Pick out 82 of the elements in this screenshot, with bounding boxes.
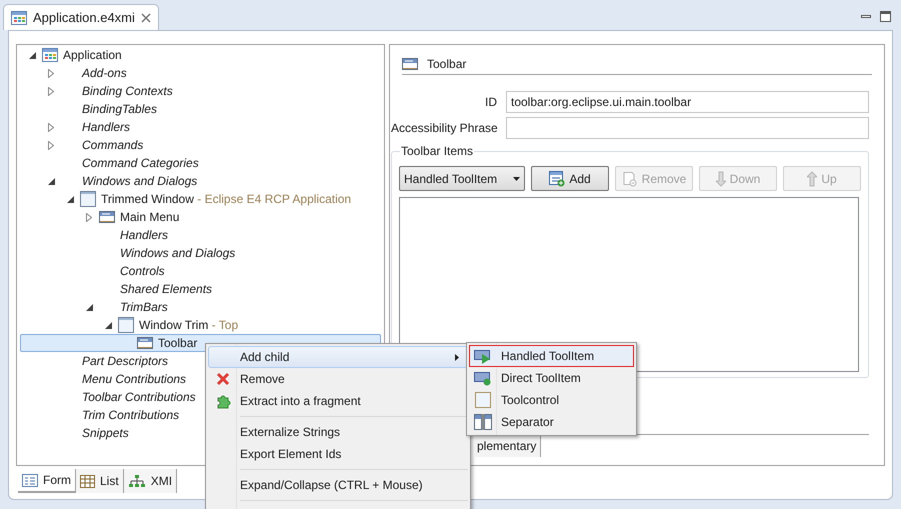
tree-item-label[interactable]: TrimBars — [120, 298, 168, 316]
tree-item-label[interactable]: Menu Contributions — [82, 370, 186, 388]
add-table-icon — [549, 170, 566, 186]
menu-item[interactable]: Add child — [208, 346, 468, 368]
text-field[interactable] — [506, 117, 869, 139]
close-icon[interactable] — [140, 12, 151, 22]
type-dropdown[interactable]: Handled ToolItem — [399, 166, 525, 191]
submenu-arrow-icon — [455, 354, 459, 360]
tree-item-label[interactable]: Controls — [120, 262, 165, 280]
detail-title: Toolbar — [427, 56, 466, 72]
split-panel-icon — [474, 414, 492, 430]
collapsed-arrow-icon[interactable] — [48, 140, 54, 150]
tool-item-gear-icon — [474, 370, 492, 386]
toolbar-icon — [402, 58, 418, 70]
tree-item-label[interactable]: Toolbar Contributions — [82, 388, 196, 406]
tree-item-detail: - Top — [210, 317, 238, 334]
tree-item-label[interactable]: Handlers — [120, 226, 168, 244]
tree-item-label[interactable]: Add-ons — [82, 64, 127, 82]
expanded-arrow-icon[interactable] — [48, 178, 55, 184]
minimize-icon[interactable] — [861, 15, 871, 18]
menu-item[interactable]: Expand/Collapse (CTRL + Mouse) — [208, 474, 468, 496]
view-tab[interactable]: Form — [18, 469, 76, 493]
tree-item-label[interactable]: Toolbar — [158, 334, 198, 352]
expanded-arrow-icon[interactable] — [29, 52, 36, 58]
application-icon — [11, 10, 27, 24]
tree-item-detail: - Eclipse E4 RCP Application — [196, 191, 352, 208]
tree-item-label[interactable]: Binding Contexts — [82, 82, 173, 100]
window-icon — [80, 191, 96, 207]
toolbar-icon — [137, 337, 153, 349]
puzzle-piece-icon — [216, 394, 230, 408]
expanded-arrow-icon[interactable] — [86, 304, 93, 310]
close-icon — [216, 372, 230, 386]
application-icon — [42, 48, 58, 62]
collapsed-arrow-icon[interactable] — [86, 212, 92, 222]
group-title: Toolbar Items — [400, 144, 474, 158]
view-tab[interactable]: XMI — [124, 469, 178, 493]
detail-tab[interactable]: plementary — [475, 435, 542, 457]
menu-item[interactable]: Export Element Ids — [208, 443, 468, 465]
up-arrow-icon — [807, 170, 818, 186]
tool-item-play-icon — [474, 348, 492, 364]
tree-item-label[interactable]: Part Descriptors — [82, 352, 168, 370]
tree-item-label[interactable]: BindingTables — [82, 100, 157, 118]
menu-icon — [99, 211, 115, 223]
collapsed-arrow-icon[interactable] — [48, 68, 54, 78]
hierarchy-icon — [128, 474, 146, 488]
view-tab[interactable]: List — [76, 469, 124, 493]
collapsed-arrow-icon[interactable] — [48, 122, 54, 132]
square-icon — [475, 392, 491, 408]
tree-item-label[interactable]: Snippets — [82, 424, 129, 442]
menu-item[interactable]: Separator — [469, 411, 634, 433]
menu-item[interactable]: Extract into a fragment — [208, 390, 468, 412]
menu-item[interactable]: Toolcontrol — [469, 389, 634, 411]
tree-item-label[interactable]: Window Trim — [139, 316, 208, 334]
menu-item[interactable]: Handled ToolItem — [469, 345, 634, 367]
tree-item-label[interactable]: Application — [63, 46, 122, 64]
down-arrow-icon — [716, 170, 726, 186]
menu-item[interactable]: Remove — [208, 368, 468, 390]
menu-item[interactable]: Externalize Strings — [208, 421, 468, 443]
field-label: ID — [484, 94, 497, 111]
tree-item-label[interactable]: Main Menu — [120, 208, 180, 226]
field-label: Accessibility Phrase — [391, 120, 497, 137]
remove-page-icon — [622, 170, 638, 186]
tree-item-label[interactable]: Shared Elements — [120, 280, 212, 298]
tree-item-label[interactable]: Command Categories — [82, 154, 199, 172]
expanded-arrow-icon[interactable] — [67, 196, 74, 202]
tree-item-label[interactable]: Trim Contributions — [82, 406, 180, 424]
tree-item-label[interactable]: Handlers — [82, 118, 130, 136]
tree-item-label[interactable]: Trimmed Window — [101, 190, 194, 208]
form-icon — [22, 474, 38, 486]
tree-item-label[interactable]: Commands — [82, 136, 144, 154]
collapsed-arrow-icon[interactable] — [48, 86, 54, 96]
editor-tab[interactable]: Application.e4xmi — [3, 4, 159, 30]
window-icon — [118, 317, 134, 333]
table-icon — [80, 474, 95, 488]
menu-item[interactable]: Direct ToolItem — [469, 367, 634, 389]
add-button[interactable]: Add — [531, 166, 609, 191]
tree-item-label[interactable]: Windows and Dialogs — [120, 244, 236, 262]
expanded-arrow-icon[interactable] — [105, 322, 112, 328]
text-field[interactable]: toolbar:org.eclipse.ui.main.toolbar — [506, 91, 869, 113]
caret-icon — [513, 176, 520, 180]
tree-item-label[interactable]: Windows and Dialogs — [82, 172, 198, 190]
maximize-icon[interactable] — [880, 11, 891, 22]
